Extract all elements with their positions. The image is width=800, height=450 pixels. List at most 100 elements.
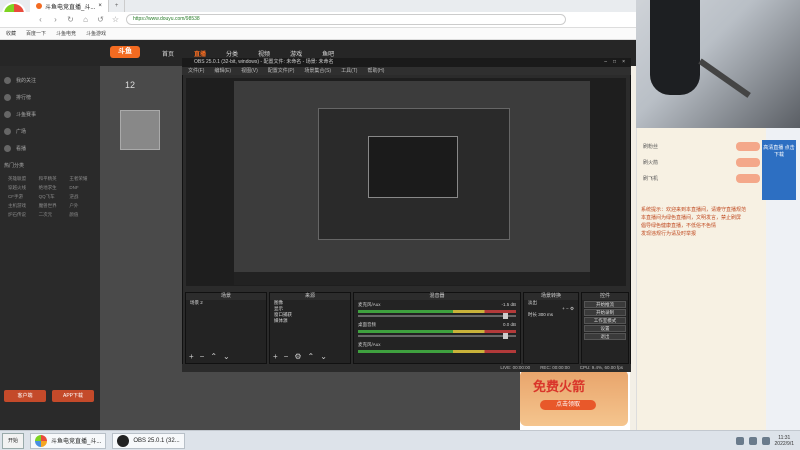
gear-icon[interactable]: ⚙ <box>570 306 574 311</box>
menu-view[interactable]: 视图(V) <box>241 67 258 75</box>
settings-button[interactable]: 设置 <box>584 325 626 332</box>
clock[interactable]: 11:31 2022/9/1 <box>775 435 794 447</box>
home-icon[interactable]: ⌂ <box>81 15 90 24</box>
sidebar-item-plaza[interactable]: 广场 <box>4 123 96 140</box>
close-icon[interactable]: × <box>622 58 625 67</box>
slider-handle[interactable] <box>503 313 509 319</box>
bookmark-item[interactable]: 收藏 <box>6 30 16 37</box>
sidebar-item-label: 我的关注 <box>16 78 37 84</box>
menu-profile[interactable]: 配置文件(P) <box>268 67 295 75</box>
minimize-icon[interactable]: – <box>604 58 607 67</box>
category-link[interactable]: 魔兽世界 <box>39 203 66 209</box>
add-icon[interactable]: + <box>562 306 565 311</box>
duration-input[interactable]: 300 ms <box>538 312 553 317</box>
start-recording-button[interactable]: 开始录制 <box>584 309 626 316</box>
category-link[interactable]: 逆战 <box>69 194 96 200</box>
scenes-dock: 场景 场景 2 + − ⌃ ⌄ <box>185 292 267 364</box>
category-link[interactable]: 户外 <box>69 203 96 209</box>
move-down-icon[interactable]: ⌄ <box>223 352 230 361</box>
remove-icon[interactable]: − <box>284 352 289 361</box>
menu-file[interactable]: 文件(F) <box>188 67 204 75</box>
maximize-icon[interactable]: □ <box>613 58 616 67</box>
forward-icon[interactable]: › <box>51 15 60 24</box>
menu-edit[interactable]: 编辑(E) <box>214 67 231 75</box>
controls-dock: 控件 开始推流 开始录制 工作室模式 设置 退出 <box>581 292 629 364</box>
url-input[interactable]: https://www.douyu.com/98538 <box>126 14 566 25</box>
start-button[interactable]: 开始 <box>2 432 24 449</box>
douyu-logo[interactable]: 斗鱼 <box>110 46 140 58</box>
new-tab-button[interactable]: + <box>108 0 126 12</box>
move-up-icon[interactable]: ⌃ <box>308 352 315 361</box>
category-link[interactable]: 英雄联盟 <box>8 176 35 182</box>
site-nav-home[interactable]: 首页 <box>162 49 174 58</box>
move-up-icon[interactable]: ⌃ <box>210 352 217 361</box>
site-nav-yuba[interactable]: 鱼吧 <box>322 49 334 58</box>
category-link[interactable]: DNF <box>69 185 96 191</box>
category-link[interactable]: 颜值 <box>69 212 96 218</box>
bookmark-item[interactable]: 百度一下 <box>26 30 46 37</box>
refresh-icon[interactable]: ↻ <box>66 15 75 24</box>
studio-mode-button[interactable]: 工作室模式 <box>584 317 626 324</box>
tab-douyu[interactable]: 斗鱼电竞直播_斗... × <box>30 0 109 12</box>
slider-handle[interactable] <box>503 333 509 339</box>
bookmarks-bar: 收藏 百度一下 斗鱼电竞 斗鱼游戏 <box>0 28 636 40</box>
category-link[interactable]: 二次元 <box>39 212 66 218</box>
volume-slider[interactable] <box>358 333 516 339</box>
gift-chip[interactable] <box>736 157 760 167</box>
input-method-icon[interactable] <box>761 436 770 445</box>
network-icon[interactable] <box>735 436 744 445</box>
taskbar-item-obs[interactable]: OBS 25.0.1 (32... <box>112 432 185 449</box>
menu-help[interactable]: 帮助(H) <box>367 67 384 75</box>
scene-item[interactable]: 场景 2 <box>186 300 266 306</box>
gift-chip[interactable] <box>736 141 760 151</box>
close-icon[interactable]: × <box>98 3 102 9</box>
category-link[interactable]: 主机游戏 <box>8 203 35 209</box>
back-icon[interactable]: ‹ <box>36 15 45 24</box>
remove-icon[interactable]: − <box>566 306 569 311</box>
promo-claim-button[interactable]: 点击领取 <box>540 400 596 410</box>
add-icon[interactable]: + <box>189 352 194 361</box>
bookmark-item[interactable]: 斗鱼电竞 <box>56 30 76 37</box>
start-streaming-button[interactable]: 开始推流 <box>584 301 626 308</box>
sidebar-item-rank[interactable]: 排行榜 <box>4 89 96 106</box>
side-ad-banner[interactable]: 高清直播 点击下载 <box>762 140 796 200</box>
add-icon[interactable]: + <box>273 352 278 361</box>
gift-row[interactable]: 刷火箭 <box>637 154 766 170</box>
move-down-icon[interactable]: ⌄ <box>320 352 327 361</box>
category-link[interactable]: 绝地求生 <box>39 185 66 191</box>
room-thumbnail[interactable] <box>120 110 160 150</box>
star-icon[interactable]: ☆ <box>111 15 120 24</box>
menu-tools[interactable]: 工具(T) <box>341 67 357 75</box>
category-link[interactable]: 和平精英 <box>39 176 66 182</box>
category-link[interactable]: 炉石传说 <box>8 212 35 218</box>
category-link[interactable]: CF手游 <box>8 194 35 200</box>
remove-icon[interactable]: − <box>200 352 205 361</box>
sidebar-item-watch[interactable]: 看播 <box>4 140 96 157</box>
menu-scene-collection[interactable]: 场景集合(S) <box>304 67 331 75</box>
sidebar-item-events[interactable]: 斗鱼赛事 <box>4 106 96 123</box>
undo-icon[interactable]: ↺ <box>96 15 105 24</box>
bookmark-item[interactable]: 斗鱼游戏 <box>86 30 106 37</box>
site-nav-category[interactable]: 分类 <box>226 49 238 58</box>
category-link[interactable]: 王者荣耀 <box>69 176 96 182</box>
taskbar-item-browser[interactable]: 斗鱼电竞直播_斗... <box>30 432 107 449</box>
gear-icon[interactable]: ⚙ <box>294 352 301 361</box>
channel-db: -1.5 dB <box>501 302 516 307</box>
gift-row[interactable]: 刷粉丝 <box>637 138 766 154</box>
app-download-button[interactable]: APP下载 <box>52 390 94 402</box>
volume-slider[interactable] <box>358 313 516 319</box>
category-link[interactable]: QQ飞车 <box>39 194 66 200</box>
gift-chip[interactable] <box>736 173 760 183</box>
gift-row[interactable]: 刷飞机 <box>637 170 766 186</box>
sidebar-item-follow[interactable]: 我的关注 <box>4 72 96 89</box>
client-download-button[interactable]: 客户端 <box>4 390 46 402</box>
site-nav-live[interactable]: 直播 <box>194 49 206 58</box>
site-nav-video[interactable]: 视频 <box>258 49 270 58</box>
site-nav-game[interactable]: 游戏 <box>290 49 302 58</box>
exit-button[interactable]: 退出 <box>584 333 626 340</box>
volume-icon[interactable] <box>748 436 757 445</box>
task-label: 斗鱼电竞直播_斗... <box>51 439 102 445</box>
source-item[interactable]: 媒体源 <box>270 318 350 324</box>
category-link[interactable]: 穿越火线 <box>8 185 35 191</box>
obs-menu-bar: 文件(F) 编辑(E) 视图(V) 配置文件(P) 场景集合(S) 工具(T) … <box>182 67 631 75</box>
